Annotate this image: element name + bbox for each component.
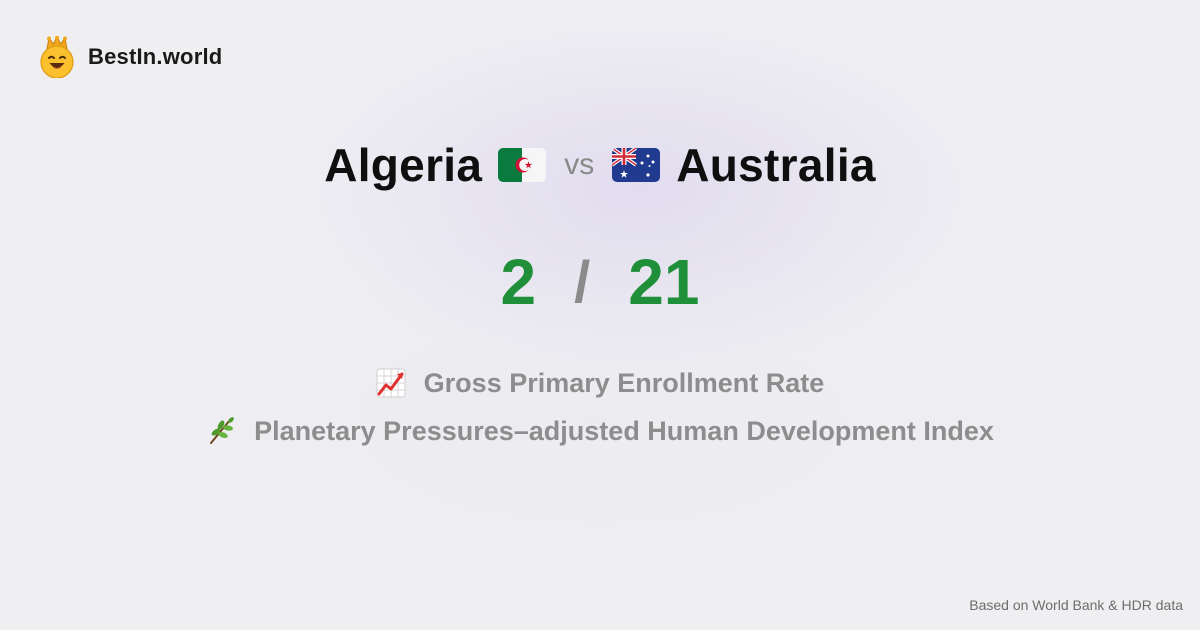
score-b: 21 <box>628 246 700 318</box>
chart-increasing-icon <box>376 368 406 398</box>
australia-flag-icon <box>612 148 661 182</box>
comparison-title: Algeria vs Australia <box>0 132 1200 198</box>
data-source-note: Based on World Bank & HDR data <box>969 597 1183 613</box>
metric-item[interactable]: Gross Primary Enrollment Rate <box>0 363 1200 403</box>
country-a-name[interactable]: Algeria <box>324 138 482 192</box>
vs-label: vs <box>564 148 595 181</box>
algeria-flag-icon <box>498 148 547 182</box>
metric-item[interactable]: Planetary Pressures–adjusted Human Devel… <box>0 411 1200 451</box>
herb-icon <box>210 417 234 444</box>
score-separator: / <box>574 249 591 315</box>
score-display: 2 / 21 <box>0 244 1200 320</box>
crown-smiley-icon <box>40 36 74 78</box>
brand-name: BestIn.world <box>88 44 223 69</box>
brand-header[interactable]: BestIn.world <box>38 36 222 78</box>
score-a: 2 <box>500 246 537 318</box>
metric-label: Planetary Pressures–adjusted Human Devel… <box>254 415 994 446</box>
country-b-name[interactable]: Australia <box>676 138 876 192</box>
metric-label: Gross Primary Enrollment Rate <box>423 367 825 398</box>
